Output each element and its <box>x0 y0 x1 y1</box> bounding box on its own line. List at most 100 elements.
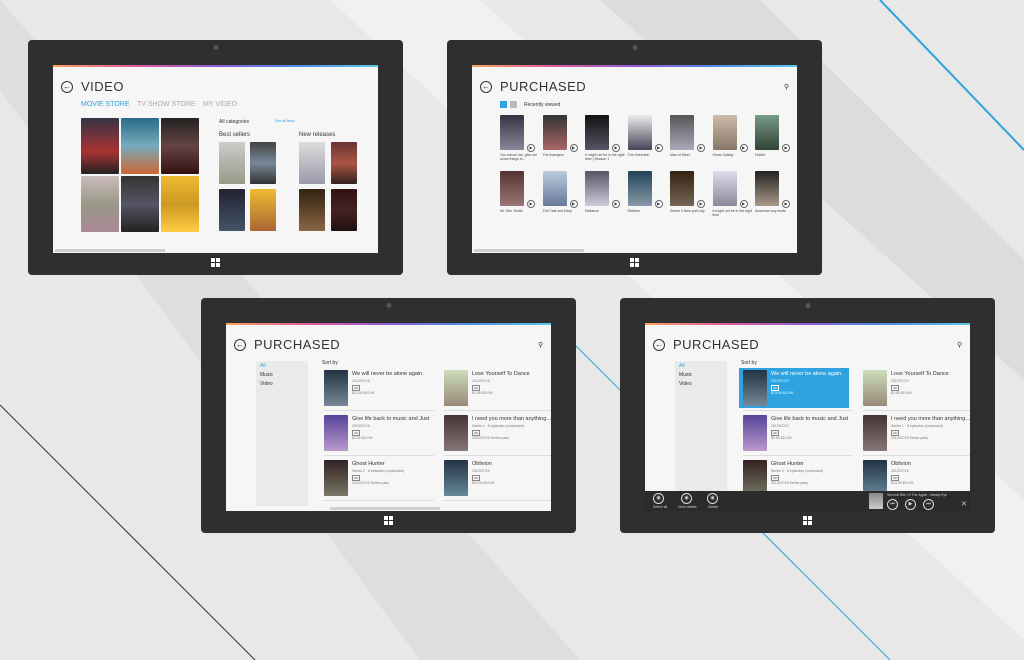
list-item-thumbnail[interactable] <box>743 415 767 451</box>
list-item-title[interactable]: Ghost Hunter <box>352 461 385 467</box>
grid-poster[interactable] <box>585 171 609 206</box>
list-view-icon[interactable] <box>510 101 517 108</box>
windows-logo-icon[interactable] <box>383 516 394 526</box>
poster-small[interactable] <box>331 142 357 184</box>
grid-poster[interactable] <box>670 171 694 206</box>
grid-poster[interactable] <box>755 115 779 150</box>
grid-poster[interactable] <box>670 115 694 150</box>
play-icon[interactable]: ▶ <box>527 200 535 208</box>
filter-video[interactable]: Video <box>260 381 273 387</box>
filter-video[interactable]: Video <box>679 381 692 387</box>
sort-dropdown[interactable]: Recently viewed <box>524 102 560 108</box>
play-icon[interactable]: ▶ <box>654 144 663 152</box>
play-icon[interactable]: ▶ <box>569 200 578 208</box>
search-icon[interactable]: ⚲ <box>957 341 962 349</box>
poster-hunter[interactable] <box>121 176 159 232</box>
list-item-thumbnail[interactable] <box>444 460 468 496</box>
horizontal-scrollbar[interactable] <box>330 507 440 510</box>
filter-all[interactable]: All <box>260 363 266 369</box>
list-item-thumbnail[interactable] <box>863 415 887 451</box>
play-icon[interactable]: ▶ <box>905 499 916 510</box>
grid-poster[interactable] <box>712 115 737 150</box>
see-all-link[interactable]: See all items <box>275 119 295 123</box>
grid-poster[interactable] <box>627 115 652 150</box>
play-icon[interactable]: ▶ <box>739 144 748 152</box>
filter-music[interactable]: Music <box>679 372 692 378</box>
poster-small[interactable] <box>299 142 325 184</box>
previous-icon[interactable]: ⏮ <box>887 499 898 510</box>
grid-poster[interactable] <box>500 171 524 206</box>
list-item-title[interactable]: Give life back to music and Just <box>352 416 429 422</box>
poster-yellow[interactable] <box>161 176 199 232</box>
horizontal-scrollbar[interactable] <box>55 249 165 252</box>
grid-poster[interactable] <box>627 171 652 206</box>
poster-brave[interactable] <box>121 118 159 174</box>
list-item-title[interactable]: I need you more than anything… <box>472 416 551 422</box>
sort-dropdown[interactable]: Sort by <box>322 360 338 366</box>
categories-dropdown[interactable]: All categories <box>219 119 249 125</box>
list-item-thumbnail[interactable] <box>444 415 468 451</box>
tab-tv-show-store[interactable]: TV SHOW STORE <box>137 101 196 108</box>
poster-small[interactable] <box>219 142 245 184</box>
play-icon[interactable]: ▶ <box>739 200 748 208</box>
poster-romance[interactable] <box>81 176 119 232</box>
select-all-icon[interactable]: ◉ <box>653 493 664 504</box>
grid-poster[interactable] <box>585 115 609 150</box>
delete-icon[interactable]: ◉ <box>707 493 718 504</box>
windows-logo-icon[interactable] <box>802 516 813 526</box>
list-item-title[interactable]: Lose Yourself To Dance <box>891 371 949 377</box>
list-item-title[interactable]: Give life back to music and Just <box>771 416 848 422</box>
next-icon[interactable]: ⏭ <box>923 499 934 510</box>
list-item-title[interactable]: Ghost Hunter <box>771 461 804 467</box>
back-arrow-icon[interactable]: ← <box>653 339 665 351</box>
grid-poster[interactable] <box>712 171 737 206</box>
play-icon[interactable]: ▶ <box>654 200 663 208</box>
filter-all[interactable]: All <box>679 363 685 369</box>
list-item-title[interactable]: We will never be alone again. <box>352 371 424 377</box>
best-sellers-heading[interactable]: Best sellers <box>219 132 250 138</box>
sort-dropdown[interactable]: Sort by <box>741 360 757 366</box>
close-icon[interactable]: ✕ <box>961 500 967 508</box>
grid-view-icon[interactable] <box>500 101 507 108</box>
play-icon[interactable]: ▶ <box>527 144 535 152</box>
back-arrow-icon[interactable]: ← <box>234 339 246 351</box>
search-icon[interactable]: ⚲ <box>538 341 543 349</box>
grid-poster[interactable] <box>542 115 567 150</box>
play-icon[interactable]: ▶ <box>697 200 705 208</box>
horizontal-scrollbar[interactable] <box>474 249 584 252</box>
back-arrow-icon[interactable]: ← <box>61 81 73 93</box>
filter-music[interactable]: Music <box>260 372 273 378</box>
play-icon[interactable]: ▶ <box>569 144 578 152</box>
play-icon[interactable]: ▶ <box>782 200 790 208</box>
grid-poster[interactable] <box>755 171 779 206</box>
poster-small[interactable] <box>219 189 245 231</box>
windows-logo-icon[interactable] <box>629 258 640 268</box>
play-icon[interactable]: ▶ <box>697 144 705 152</box>
poster-iron-man[interactable] <box>81 118 119 174</box>
play-icon[interactable]: ▶ <box>782 144 790 152</box>
tab-my-video[interactable]: MY VIDEO <box>203 101 237 108</box>
list-item-thumbnail[interactable] <box>444 370 468 406</box>
list-item-title[interactable]: Lose Yourself To Dance <box>472 371 530 377</box>
poster-small[interactable] <box>250 142 276 184</box>
view-details-icon[interactable]: ◉ <box>681 493 692 504</box>
poster-small[interactable] <box>250 189 276 231</box>
poster-movie[interactable] <box>161 118 199 174</box>
list-item-thumbnail[interactable] <box>863 370 887 406</box>
grid-poster[interactable] <box>500 115 524 150</box>
search-icon[interactable]: ⚲ <box>784 83 789 91</box>
list-item-title[interactable]: We will never be alone again. <box>771 371 843 377</box>
back-arrow-icon[interactable]: ← <box>480 81 492 93</box>
list-item-title[interactable]: I need you more than anything… <box>891 416 970 422</box>
play-icon[interactable]: ▶ <box>612 144 620 152</box>
poster-small[interactable] <box>299 189 325 231</box>
list-item-thumbnail[interactable] <box>324 370 348 406</box>
tab-movie-store[interactable]: MOVIE STORE <box>81 101 130 108</box>
poster-small[interactable] <box>331 189 357 231</box>
list-item-thumbnail[interactable] <box>324 460 348 496</box>
windows-logo-icon[interactable] <box>210 258 221 268</box>
grid-poster[interactable] <box>542 171 567 206</box>
new-releases-heading[interactable]: New releases <box>299 132 335 138</box>
list-item-title[interactable]: Oblivion <box>891 461 911 467</box>
list-item-title[interactable]: Oblivion <box>472 461 492 467</box>
